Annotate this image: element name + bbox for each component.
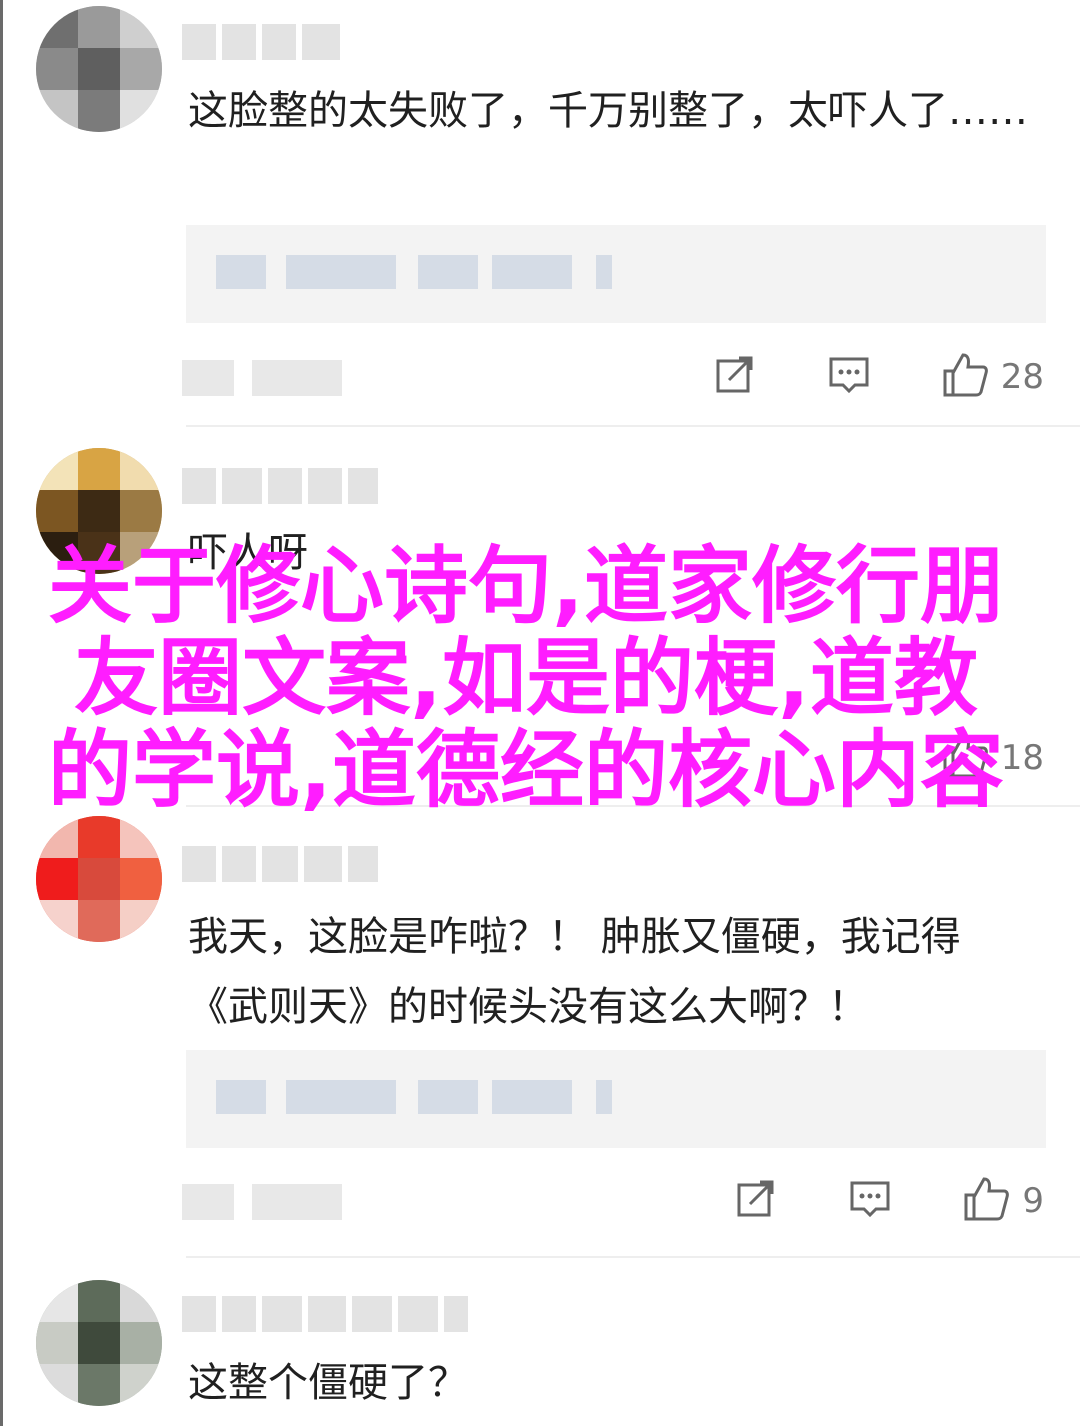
comment-text: 这整个僵硬了？	[188, 1360, 468, 1406]
reply-icon[interactable]	[827, 353, 871, 401]
like-count: 28	[1000, 357, 1044, 397]
avatar[interactable]	[36, 6, 162, 132]
overlay-title: 关于修心诗句,道家修行朋友圈文案,如是的梗,道教的学说,道德经的核心内容	[48, 537, 1004, 819]
divider	[186, 1256, 1080, 1258]
comment-text: 这脸整的太失败了，千万别整了，太吓人了……	[188, 88, 1028, 134]
comment-actions: 9	[734, 1176, 1044, 1226]
share-icon[interactable]	[713, 353, 757, 401]
reply-icon[interactable]	[848, 1177, 892, 1225]
comment-actions: 28	[713, 352, 1044, 402]
comment-text: 我天，这脸是咋啦？！ 肿胀又僵硬，我记得《武则天》的时候头没有这么大啊？！	[188, 914, 961, 1030]
comment-item: 这整个僵硬了？	[0, 1262, 1080, 1426]
divider	[186, 425, 1080, 427]
quoted-reply[interactable]	[186, 225, 1046, 323]
quoted-reply[interactable]	[186, 1050, 1046, 1148]
avatar[interactable]	[36, 816, 162, 942]
thumbs-up-icon[interactable]	[941, 351, 989, 403]
like-count: 9	[1022, 1181, 1044, 1221]
thumbs-up-icon[interactable]	[962, 1175, 1010, 1227]
share-icon[interactable]	[734, 1177, 778, 1225]
comment-item: 我天，这脸是咋啦？！ 肿胀又僵硬，我记得《武则天》的时候头没有这么大啊？！ 9	[0, 812, 1080, 1262]
avatar[interactable]	[36, 1280, 162, 1406]
comment-item: 这脸整的太失败了，千万别整了，太吓人了…… 28	[0, 0, 1080, 430]
